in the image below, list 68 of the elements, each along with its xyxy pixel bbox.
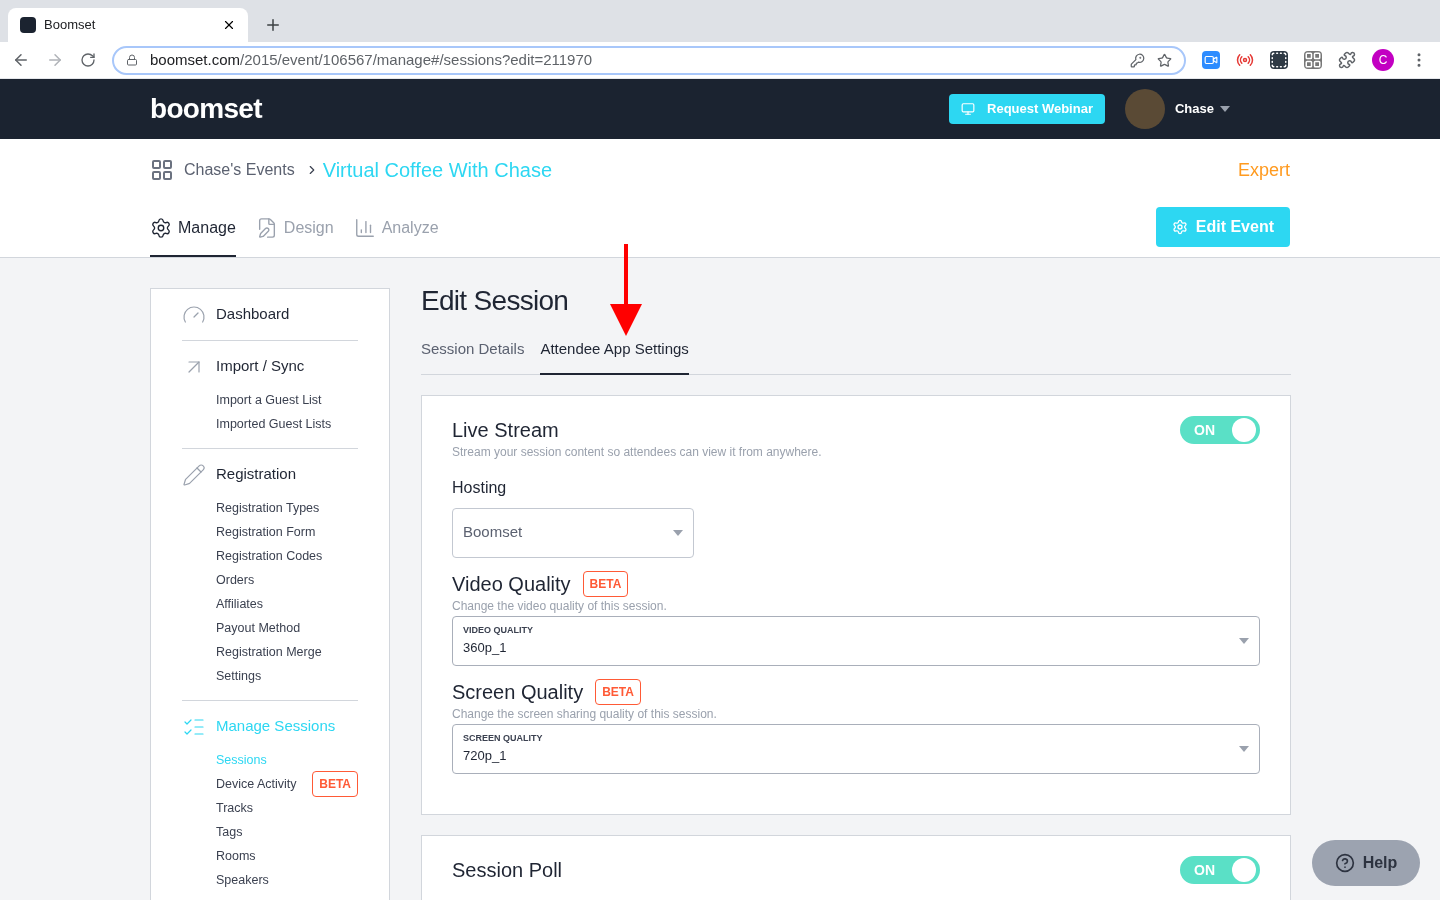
lock-icon — [126, 54, 138, 66]
plan-label: Expert — [1237, 158, 1290, 182]
sidebar-item[interactable]: Rooms — [216, 846, 256, 866]
broadcast-extension-icon[interactable] — [1236, 51, 1254, 69]
sidebar-item[interactable]: Registration Form — [216, 522, 316, 542]
monitor-icon — [961, 102, 975, 116]
sidebar-item[interactable]: Registration Merge — [216, 642, 322, 662]
caret-icon — [673, 529, 683, 536]
sidebar-item[interactable]: Registration Types — [216, 498, 320, 518]
events-icon — [150, 157, 174, 182]
key-icon[interactable] — [1130, 52, 1145, 68]
pencil-icon — [182, 462, 206, 487]
reload-icon[interactable] — [80, 52, 96, 68]
gear-icon — [150, 216, 172, 239]
puzzle-icon[interactable] — [1338, 51, 1356, 69]
back-icon[interactable] — [12, 51, 30, 69]
breadcrumb-link[interactable]: Chase's Events — [184, 157, 295, 182]
beta-badge: BETA — [582, 570, 629, 597]
sidebar-item[interactable]: Import a Guest List — [216, 390, 322, 410]
card-title: Live Stream — [452, 417, 560, 443]
beta-badge: BETA — [595, 678, 641, 705]
sidebar-item[interactable]: Imported Guest Lists — [216, 414, 332, 434]
sidebar-section[interactable]: Dashboard — [182, 301, 358, 328]
logo[interactable]: boomset — [150, 88, 949, 130]
sidebar-item[interactable]: Settings — [216, 666, 262, 686]
sidebar-item[interactable]: Payout Method — [216, 618, 301, 638]
sidebar-item[interactable]: Tracks — [216, 798, 254, 818]
section-title: Video Quality — [452, 571, 571, 597]
sidebar-item[interactable]: Tags — [216, 822, 243, 842]
caret-icon — [1239, 745, 1249, 752]
user-name[interactable]: Chase — [1174, 99, 1214, 119]
sidebar-item[interactable]: Orders — [216, 570, 255, 590]
sidebar-item[interactable]: Device Activity — [216, 774, 297, 794]
video-extension-icon[interactable] — [1202, 51, 1220, 69]
card-title: Session Poll — [452, 857, 563, 883]
beta-badge: BETA — [312, 771, 358, 797]
sidebar-item[interactable]: Affiliates — [216, 594, 263, 614]
section-description: Change the video quality of this session. — [452, 597, 668, 614]
help-icon — [1334, 853, 1355, 873]
gear-icon — [1171, 219, 1188, 235]
help-button[interactable]: Help — [1312, 840, 1420, 886]
browser-tab[interactable]: Boomset — [8, 8, 248, 42]
breadcrumb-current: Virtual Coffee With Chase — [322, 157, 553, 183]
star-icon[interactable] — [1157, 52, 1172, 68]
address-bar[interactable]: boomset.com/2015/event/106567/manage#/sessions?edit=211970 — [112, 45, 1186, 75]
sidebar-item[interactable]: Speakers — [216, 870, 269, 890]
nav-tab[interactable]: Manage — [150, 200, 236, 257]
caret-icon — [1239, 637, 1249, 644]
field-label: Hosting — [452, 477, 508, 498]
section-title: Screen Quality — [452, 679, 584, 705]
bar-chart-icon — [353, 216, 376, 239]
section-description: Change the screen sharing quality of this session. — [452, 705, 718, 722]
session-tab[interactable]: Session Details — [421, 338, 525, 375]
quality-select[interactable]: SCREEN QUALITY 720p_1 — [452, 723, 1260, 774]
card-description: Stream your session content so attendees can view it from anywhere. — [452, 443, 822, 460]
sidebar-item[interactable]: Registration Codes — [216, 546, 323, 566]
session-tab[interactable]: Attendee App Settings — [540, 338, 689, 375]
quality-select[interactable]: VIDEO QUALITY 360p_1 — [452, 615, 1260, 666]
hosting-select[interactable]: Boomset — [452, 507, 694, 558]
grid-extension-icon[interactable] — [1304, 51, 1322, 69]
caret-icon — [1220, 106, 1230, 112]
profile-avatar[interactable]: C — [1372, 49, 1394, 71]
sidebar-section[interactable]: Import / Sync — [182, 353, 358, 380]
sidebar-section[interactable]: Registration — [182, 461, 358, 488]
close-icon[interactable] — [222, 18, 236, 32]
page-title: Edit Session — [421, 284, 570, 318]
new-tab-icon[interactable] — [264, 16, 282, 34]
favicon-icon — [20, 17, 36, 33]
